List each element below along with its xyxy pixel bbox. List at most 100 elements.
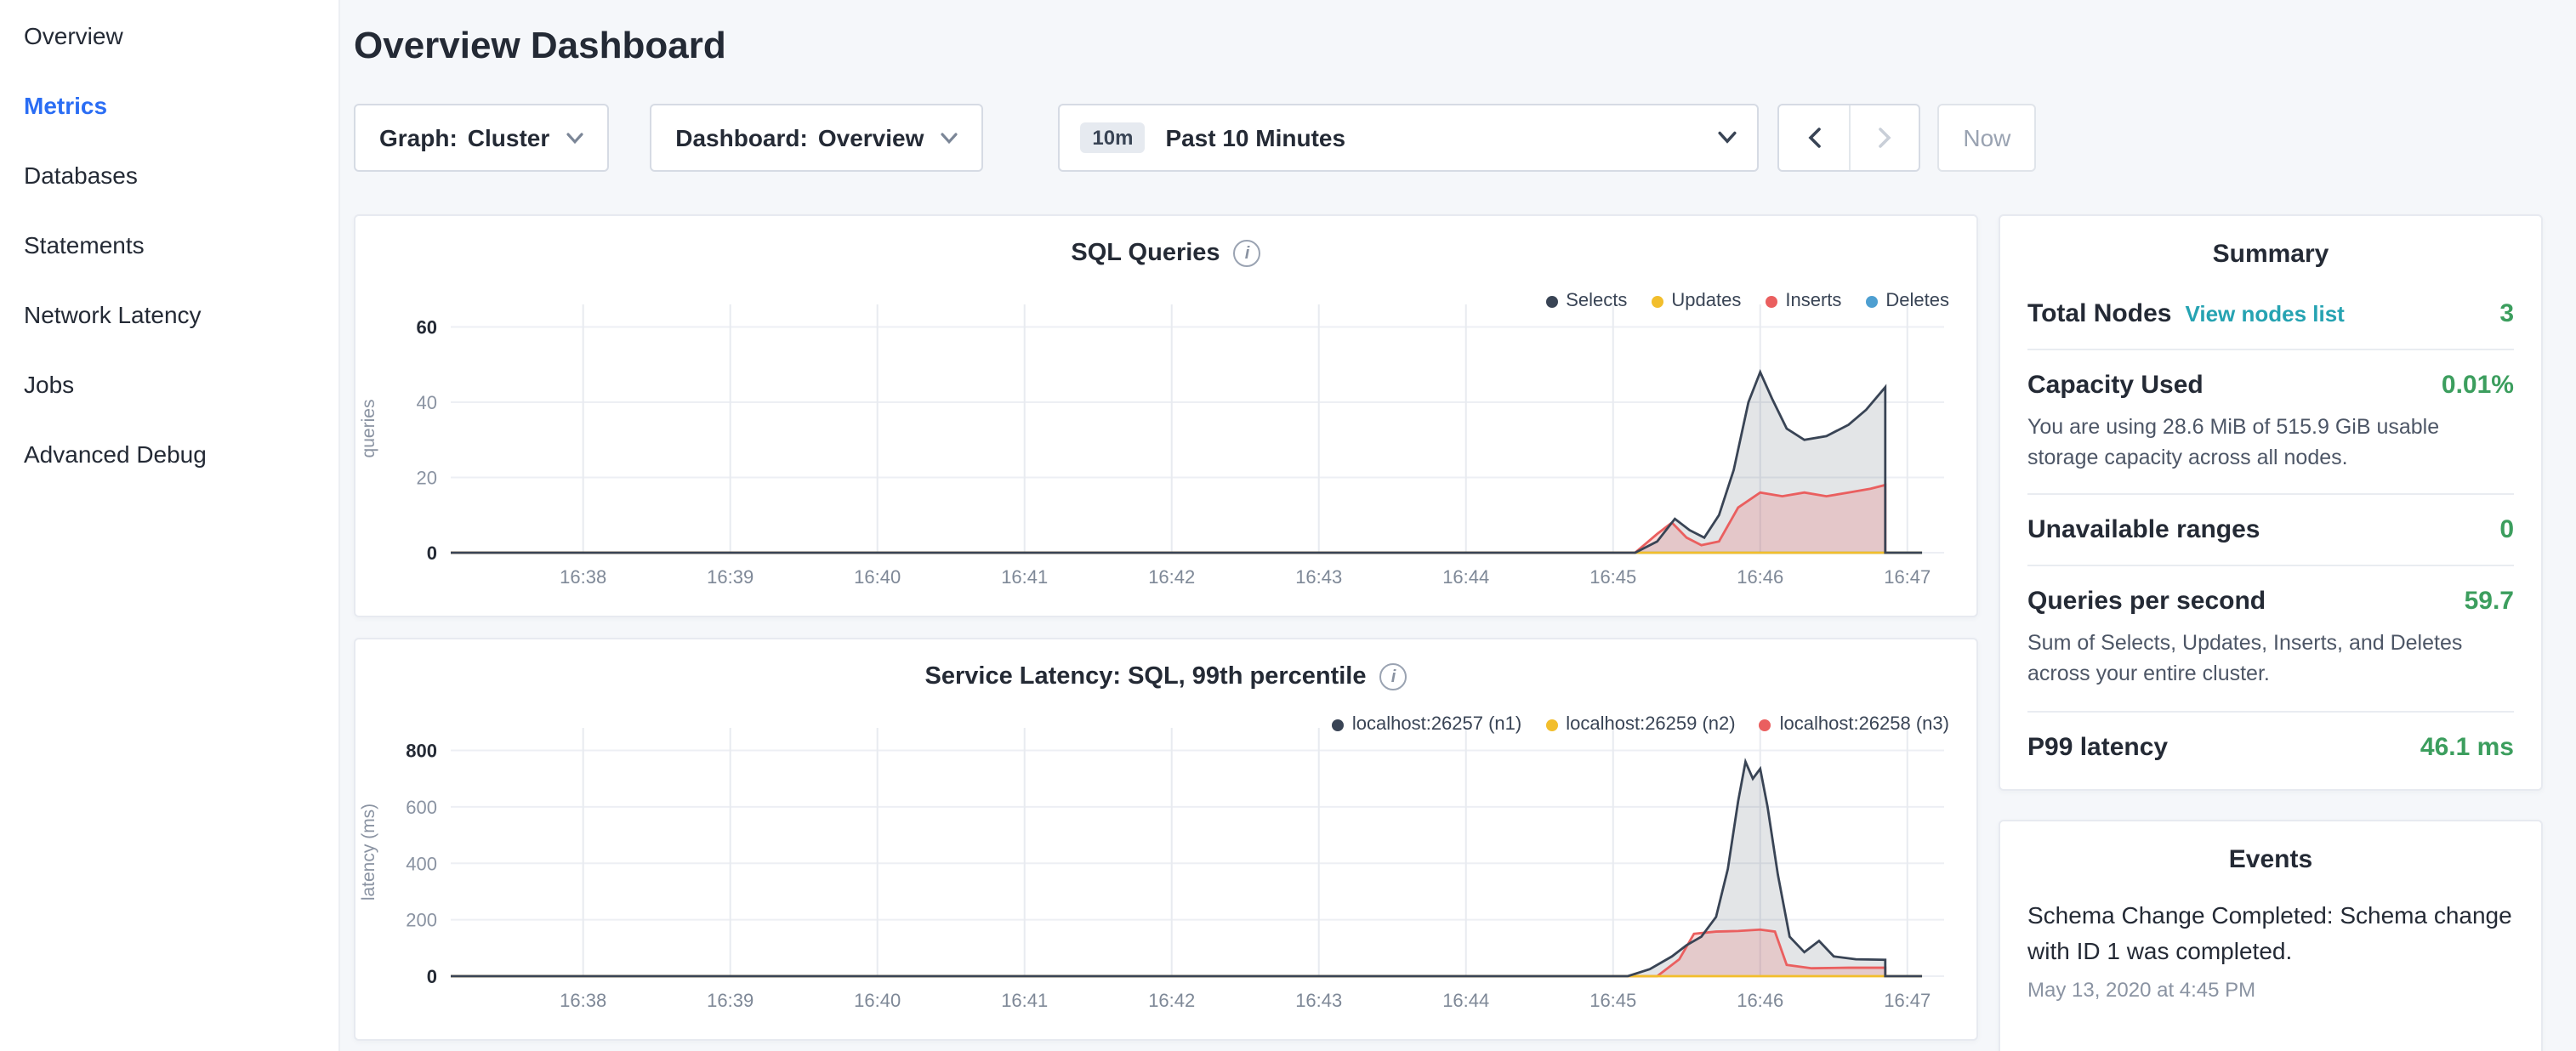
graph-dropdown[interactable]: Graph: Cluster	[354, 104, 609, 172]
events-panel: Events Schema Change Completed: Schema c…	[1999, 819, 2543, 1051]
legend-item[interactable]: localhost:26259 (n2)	[1545, 714, 1735, 735]
legend-label: localhost:26258 (n3)	[1780, 714, 1949, 735]
service-latency-panel: Service Latency: SQL, 99th percentile i …	[354, 638, 1978, 1041]
sql-queries-panel: SQL Queries i Selects Updates Inserts Delet…	[354, 214, 1978, 617]
svg-text:16:44: 16:44	[1442, 990, 1489, 1011]
svg-text:40: 40	[417, 392, 437, 413]
svg-text:16:42: 16:42	[1148, 566, 1195, 588]
svg-text:16:38: 16:38	[560, 990, 606, 1011]
sidebar-item-jobs[interactable]: Jobs	[0, 349, 338, 418]
svg-text:16:42: 16:42	[1148, 990, 1195, 1011]
svg-text:60: 60	[417, 317, 437, 338]
time-controls: 10m Past 10 Minutes Now	[1058, 104, 2036, 172]
legend-label: Selects	[1566, 291, 1627, 311]
events-title: Events	[2027, 821, 2514, 883]
chart-legend: localhost:26257 (n1) localhost:26259 (n2)…	[1332, 714, 1949, 735]
legend-item[interactable]: Updates	[1651, 291, 1741, 311]
sidebar-item-statements[interactable]: Statements	[0, 209, 338, 279]
svg-text:200: 200	[406, 910, 437, 931]
legend-item[interactable]: Inserts	[1765, 291, 1841, 311]
summary-desc: Sum of Selects, Updates, Inserts, and De…	[2027, 628, 2514, 690]
chevron-down-icon	[941, 132, 958, 144]
svg-text:16:41: 16:41	[1001, 566, 1048, 588]
svg-text:600: 600	[406, 797, 437, 818]
app-root: OverviewMetricsDatabasesStatementsNetwor…	[0, 0, 2576, 1051]
summary-row: Queries per second59.7Sum of Selects, Up…	[2027, 567, 2514, 713]
svg-text:16:39: 16:39	[707, 566, 753, 588]
time-back-button[interactable]	[1779, 105, 1849, 170]
chevron-left-icon	[1807, 128, 1821, 148]
legend-item[interactable]: localhost:26258 (n3)	[1760, 714, 1949, 735]
svg-text:16:40: 16:40	[854, 566, 901, 588]
dashboard-content: SQL Queries i Selects Updates Inserts Delet…	[354, 214, 2543, 1051]
legend-item[interactable]: Selects	[1545, 291, 1627, 311]
dashboard-dropdown[interactable]: Dashboard: Overview	[650, 104, 983, 172]
svg-text:20: 20	[417, 468, 437, 489]
summary-value: 46.1 ms	[2420, 732, 2514, 761]
svg-text:0: 0	[427, 543, 437, 564]
view-nodes-list-link[interactable]: View nodes list	[2185, 301, 2344, 327]
svg-text:0: 0	[427, 966, 437, 987]
legend-dot-icon	[1651, 295, 1663, 307]
legend-item[interactable]: localhost:26257 (n1)	[1332, 714, 1521, 735]
info-icon[interactable]: i	[1380, 663, 1407, 690]
summary-panel: Summary Total Nodes View nodes list 3 Capac…	[1999, 214, 2543, 790]
summary-value: 59.7	[2465, 588, 2514, 616]
svg-text:queries: queries	[359, 400, 378, 458]
legend-label: Deletes	[1885, 291, 1949, 311]
svg-text:16:43: 16:43	[1295, 566, 1342, 588]
svg-text:16:45: 16:45	[1589, 990, 1636, 1011]
summary-value: 3	[2499, 299, 2514, 328]
svg-text:latency (ms): latency (ms)	[359, 804, 378, 900]
summary-label: Unavailable ranges	[2027, 516, 2260, 545]
svg-text:16:39: 16:39	[707, 990, 753, 1011]
page-title: Overview Dashboard	[354, 24, 2543, 68]
controls-bar: Graph: Cluster Dashboard: Overview 10m P…	[354, 104, 2543, 172]
service-latency-chart: 0 200 400 600 800 16:38 16:39 16:40 16:41 16:42 16…	[355, 711, 1971, 1020]
svg-text:16:40: 16:40	[854, 990, 901, 1011]
svg-text:16:47: 16:47	[1884, 566, 1931, 588]
chart-legend: Selects Updates Inserts Deletes	[1545, 291, 1949, 311]
sql-queries-chart: 020406016:3816:3916:4016:4116:4216:4316:…	[355, 287, 1971, 597]
summary-title: Summary	[2027, 216, 2514, 279]
legend-label: localhost:26259 (n2)	[1566, 714, 1735, 735]
time-step-buttons	[1777, 104, 1920, 172]
svg-text:800: 800	[406, 741, 437, 762]
sidebar-item-advanced-debug[interactable]: Advanced Debug	[0, 418, 338, 488]
summary-value: 0.01%	[2442, 371, 2514, 400]
dashboard-dropdown-label: Dashboard:	[675, 124, 808, 151]
svg-text:16:41: 16:41	[1001, 990, 1048, 1011]
chart-title: SQL Queries	[1071, 240, 1220, 267]
summary-row: Total Nodes View nodes list 3	[2027, 279, 2514, 350]
legend-item[interactable]: Deletes	[1865, 291, 1949, 311]
legend-dot-icon	[1865, 295, 1877, 307]
summary-row: Unavailable ranges0	[2027, 496, 2514, 567]
summary-row: Capacity Used0.01%You are using 28.6 MiB…	[2027, 350, 2514, 496]
svg-text:16:43: 16:43	[1295, 990, 1342, 1011]
svg-text:16:47: 16:47	[1884, 990, 1931, 1011]
info-icon[interactable]: i	[1234, 240, 1261, 267]
graph-dropdown-label: Graph:	[379, 124, 458, 151]
legend-label: localhost:26257 (n1)	[1352, 714, 1521, 735]
sidebar-item-overview[interactable]: Overview	[0, 0, 338, 70]
time-range-selector[interactable]: 10m Past 10 Minutes	[1058, 104, 1759, 172]
sidebar-item-metrics[interactable]: Metrics	[0, 70, 338, 139]
sidebar-item-network-latency[interactable]: Network Latency	[0, 279, 338, 349]
sidebar-item-databases[interactable]: Databases	[0, 139, 338, 209]
svg-text:16:46: 16:46	[1737, 990, 1783, 1011]
chevron-right-icon	[1878, 128, 1891, 148]
time-forward-button[interactable]	[1849, 105, 1919, 170]
graph-dropdown-value: Cluster	[468, 124, 549, 151]
sidebar: OverviewMetricsDatabasesStatementsNetwor…	[0, 0, 340, 1051]
event-message: Schema Change Completed: Schema change w…	[2027, 897, 2514, 969]
main-content: Overview Dashboard Graph: Cluster Dashbo…	[354, 0, 2543, 1051]
svg-text:400: 400	[406, 853, 437, 874]
svg-text:16:46: 16:46	[1737, 566, 1783, 588]
chevron-down-icon	[1718, 131, 1737, 145]
legend-dot-icon	[1332, 719, 1344, 730]
now-button[interactable]: Now	[1937, 104, 2036, 172]
summary-label: Total Nodes	[2027, 299, 2171, 328]
time-range-value: Past 10 Minutes	[1165, 124, 1711, 151]
legend-label: Updates	[1671, 291, 1741, 311]
chart-title: Service Latency: SQL, 99th percentile	[925, 663, 1367, 690]
